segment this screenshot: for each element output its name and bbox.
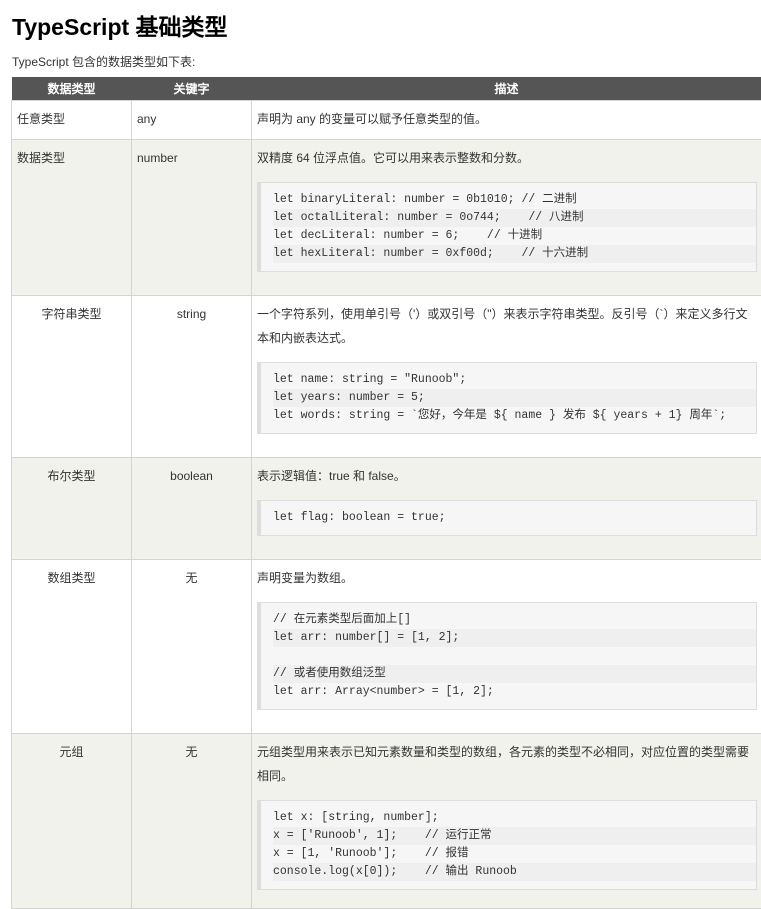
code-block: let binaryLiteral: number = 0b1010; // 二…	[257, 182, 757, 272]
cell-keyword: 无	[132, 560, 252, 734]
header-keyword: 关键字	[132, 77, 252, 101]
page-title: TypeScript 基础类型	[12, 8, 228, 42]
code-block: let name: string = "Runoob";let years: n…	[257, 362, 757, 434]
table-header-row: 数据类型 关键字 描述	[12, 77, 761, 101]
description-text: 表示逻辑值：true 和 false。	[257, 464, 757, 488]
code-line: let arr: number[] = [1, 2];	[273, 629, 756, 647]
code-line: let arr: Array<number> = [1, 2];	[273, 683, 756, 701]
code-line: let name: string = "Runoob";	[273, 371, 756, 389]
code-line: let hexLiteral: number = 0xf00d; // 十六进制	[273, 245, 756, 263]
cell-description: 表示逻辑值：true 和 false。 let flag: boolean = t…	[252, 458, 761, 560]
description-text: 元组类型用来表示已知元素数量和类型的数组，各元素的类型不必相同，对应位置的类型需…	[257, 740, 757, 788]
cell-description: 元组类型用来表示已知元素数量和类型的数组，各元素的类型不必相同，对应位置的类型需…	[252, 734, 761, 909]
table-row: 字符串类型string一个字符系列，使用单引号（'）或双引号（"）来表示字符串类…	[12, 296, 761, 458]
intro-text: TypeScript 包含的数据类型如下表:	[12, 53, 195, 70]
cell-type: 布尔类型	[12, 458, 132, 560]
cell-keyword: any	[132, 101, 252, 140]
cell-type: 字符串类型	[12, 296, 132, 458]
code-line: let binaryLiteral: number = 0b1010; // 二…	[273, 191, 756, 209]
code-line: let flag: boolean = true;	[273, 509, 756, 527]
code-line: let years: number = 5;	[273, 389, 756, 407]
code-block: let flag: boolean = true;	[257, 500, 757, 536]
cell-description: 声明为 any 的变量可以赋予任意类型的值。	[252, 101, 761, 140]
description-text: 声明变量为数组。	[257, 566, 757, 590]
code-line: x = ['Runoob', 1]; // 运行正常	[273, 827, 756, 845]
code-line: console.log(x[0]); // 输出 Runoob	[273, 863, 756, 881]
cell-type: 数组类型	[12, 560, 132, 734]
code-line: let words: string = `您好，今年是 ${ name } 发布…	[273, 407, 756, 425]
cell-description: 双精度 64 位浮点值。它可以用来表示整数和分数。 let binaryLiter…	[252, 140, 761, 296]
code-line: let x: [string, number];	[273, 809, 756, 827]
code-line: // 或者使用数组泛型	[273, 665, 756, 683]
cell-type: 元组	[12, 734, 132, 909]
description-text: 声明为 any 的变量可以赋予任意类型的值。	[257, 107, 757, 131]
cell-type: 数据类型	[12, 140, 132, 296]
cell-keyword: boolean	[132, 458, 252, 560]
cell-keyword: number	[132, 140, 252, 296]
code-line: // 在元素类型后面加上[]	[273, 611, 756, 629]
cell-keyword: string	[132, 296, 252, 458]
table-row: 数据类型number双精度 64 位浮点值。它可以用来表示整数和分数。 let b…	[12, 140, 761, 296]
cell-keyword: 无	[132, 734, 252, 909]
table-row: 任意类型any声明为 any 的变量可以赋予任意类型的值。	[12, 101, 761, 140]
cell-type: 任意类型	[12, 101, 132, 140]
table-row: 布尔类型boolean表示逻辑值：true 和 false。 let flag: …	[12, 458, 761, 560]
code-block: // 在元素类型后面加上[]let arr: number[] = [1, 2]…	[257, 602, 757, 710]
table-row: 数组类型无声明变量为数组。 // 在元素类型后面加上[]let arr: numb…	[12, 560, 761, 734]
description-text: 一个字符系列，使用单引号（'）或双引号（"）来表示字符串类型。反引号（`）来定义…	[257, 302, 757, 350]
code-line: let octalLiteral: number = 0o744; // 八进制	[273, 209, 756, 227]
header-description: 描述	[252, 77, 761, 101]
header-type: 数据类型	[12, 77, 132, 101]
cell-description: 声明变量为数组。 // 在元素类型后面加上[]let arr: number[] …	[252, 560, 761, 734]
code-line: x = [1, 'Runoob']; // 报错	[273, 845, 756, 863]
code-block: let x: [string, number];x = ['Runoob', 1…	[257, 800, 757, 890]
description-text: 双精度 64 位浮点值。它可以用来表示整数和分数。	[257, 146, 757, 170]
types-table: 数据类型 关键字 描述 任意类型any声明为 any 的变量可以赋予任意类型的值…	[11, 77, 761, 909]
code-line: let decLiteral: number = 6; // 十进制	[273, 227, 756, 245]
cell-description: 一个字符系列，使用单引号（'）或双引号（"）来表示字符串类型。反引号（`）来定义…	[252, 296, 761, 458]
table-row: 元组无元组类型用来表示已知元素数量和类型的数组，各元素的类型不必相同，对应位置的…	[12, 734, 761, 909]
code-line	[273, 647, 756, 665]
